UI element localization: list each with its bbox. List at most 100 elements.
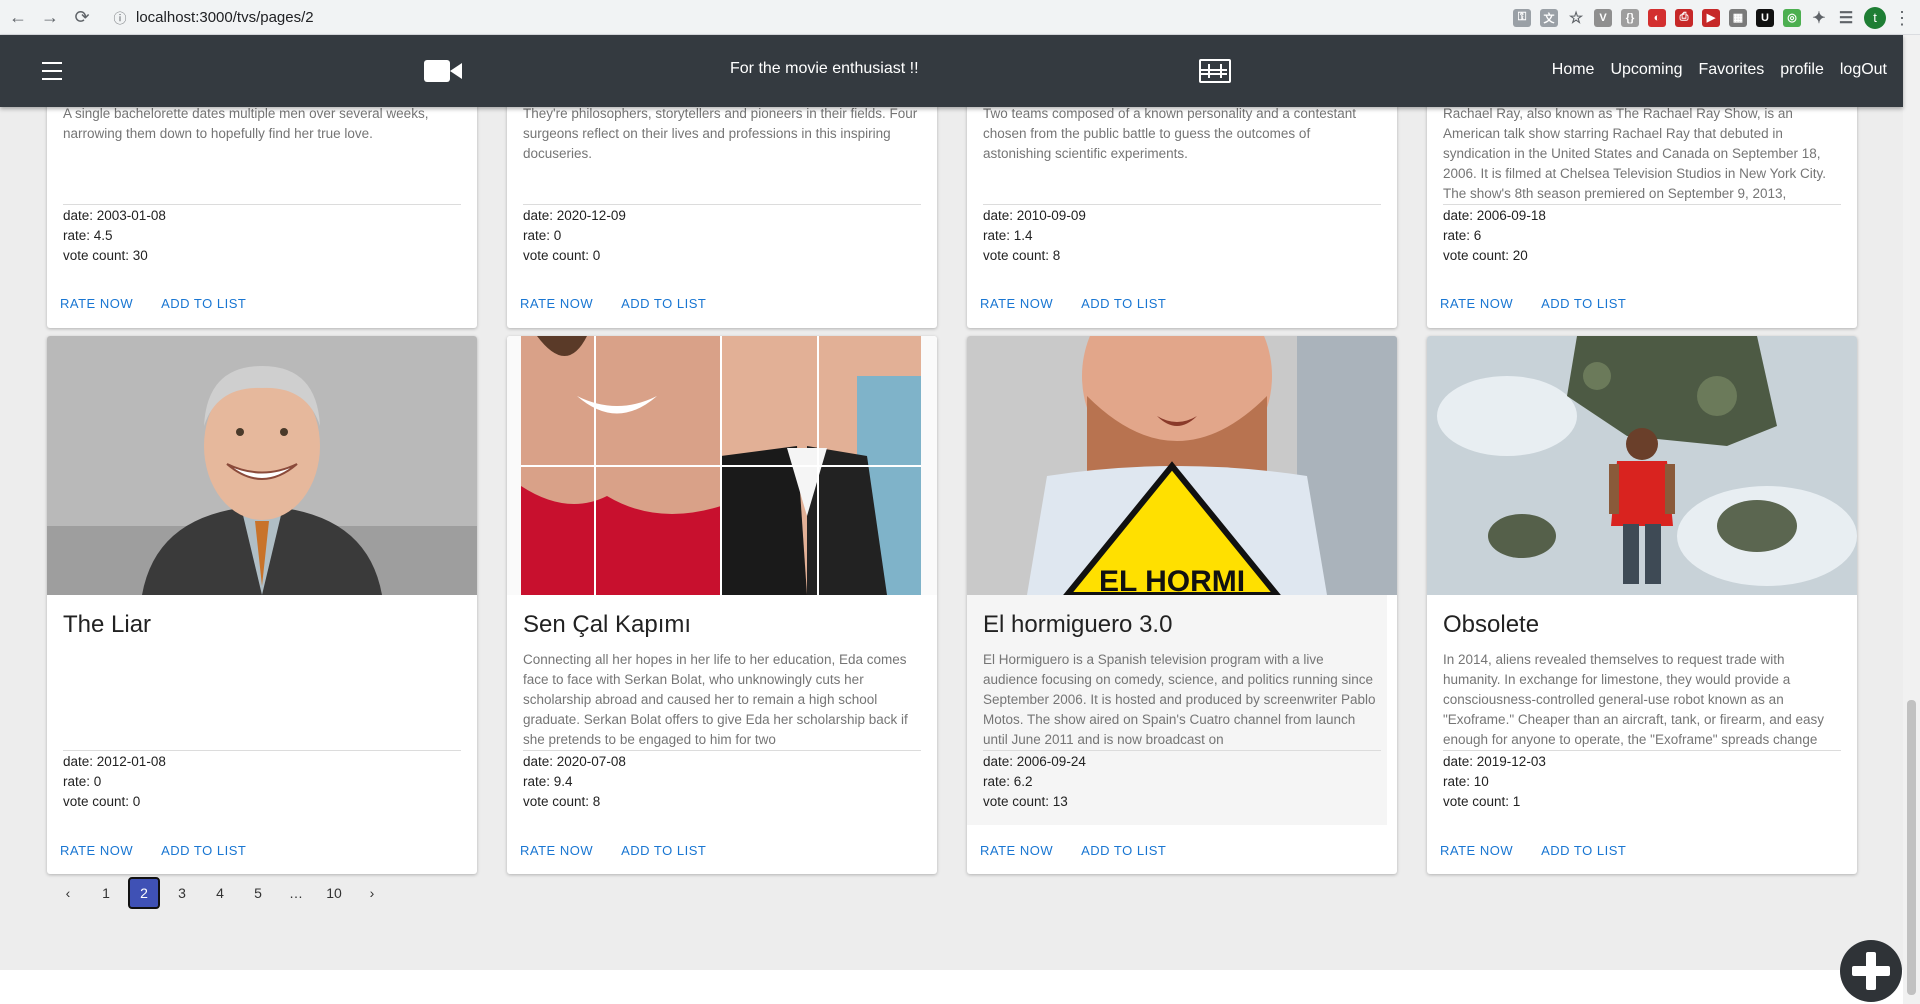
add-to-list-button[interactable]: ADD TO LIST [161, 296, 246, 311]
extension-v-icon[interactable]: V [1594, 8, 1612, 27]
add-to-list-button[interactable]: ADD TO LIST [1081, 296, 1166, 311]
rate-now-button[interactable]: RATE NOW [980, 296, 1053, 311]
card-actions: RATE NOW ADD TO LIST [1440, 296, 1654, 311]
info-icon[interactable]: ⓘ [110, 8, 130, 28]
rate-now-button[interactable]: RATE NOW [1440, 296, 1513, 311]
extension-pdf-icon[interactable]: ⎙ [1675, 8, 1693, 27]
card-rate: rate: 4.5 [63, 228, 113, 243]
pagination-page-4[interactable]: 4 [204, 877, 236, 909]
card-actions: RATE NOW ADD TO LIST [520, 296, 734, 311]
card-actions: RATE NOW ADD TO LIST [980, 843, 1194, 858]
pagination-page-10[interactable]: 10 [318, 877, 350, 909]
rate-now-button[interactable]: RATE NOW [60, 296, 133, 311]
nav-logout[interactable]: logOut [1840, 61, 1887, 79]
poster-image[interactable] [1427, 336, 1857, 595]
extension-u-icon[interactable]: U [1756, 8, 1774, 27]
profile-avatar[interactable]: t [1864, 6, 1886, 29]
extension-toggle-icon[interactable]: ◐ [1648, 8, 1666, 27]
pagination: ‹ 1 2 3 4 5 … 10 › [52, 877, 394, 909]
extension-braces-icon[interactable]: {} [1621, 8, 1639, 27]
pagination-page-5[interactable]: 5 [242, 877, 274, 909]
card-rate: rate: 0 [63, 774, 102, 789]
url-text: localhost:3000/tvs/pages/2 [136, 9, 314, 26]
video-camera-icon [424, 60, 462, 82]
pagination-page-3[interactable]: 3 [166, 877, 198, 909]
card-rate: rate: 9.4 [523, 774, 573, 789]
card-divider [63, 204, 461, 205]
reading-list-icon[interactable]: ☰ [1837, 9, 1855, 27]
reload-icon[interactable]: ⟳ [68, 3, 96, 31]
nav-upcoming[interactable]: Upcoming [1610, 61, 1682, 79]
card-rate: rate: 6.2 [983, 774, 1033, 789]
card-actions: RATE NOW ADD TO LIST [980, 296, 1194, 311]
star-icon[interactable]: ☆ [1567, 9, 1585, 27]
card-divider [523, 204, 921, 205]
card-description: El Hormiguero is a Spanish television pr… [983, 652, 1376, 747]
card-meta: date: 2020-12-09 rate: 0 vote count: 0 [523, 206, 626, 266]
browser-toolbar: ← → ⟳ ⓘ localhost:3000/tvs/pages/2 ⚿ 文 ☆… [0, 0, 1920, 35]
tv-card: Rachael Ray, also known as The Rachael R… [1427, 90, 1857, 328]
forward-arrow-icon[interactable]: → [36, 3, 64, 31]
card-title: El hormiguero 3.0 [983, 611, 1173, 638]
card-meta: date: 2019-12-03 rate: 10 vote count: 1 [1443, 752, 1546, 812]
card-meta: date: 2006-09-24 rate: 6.2 vote count: 1… [983, 752, 1086, 812]
pagination-page-1[interactable]: 1 [90, 877, 122, 909]
puzzle-icon[interactable]: ✦ [1810, 9, 1828, 27]
rate-now-button[interactable]: RATE NOW [1440, 843, 1513, 858]
rate-now-button[interactable]: RATE NOW [520, 296, 593, 311]
card-divider [983, 750, 1381, 751]
tv-card: They're philosophers, storytellers and p… [507, 90, 937, 328]
pagination-prev-icon[interactable]: ‹ [52, 877, 84, 909]
card-date: date: 2020-07-08 [523, 754, 626, 769]
card-meta: date: 2006-09-18 rate: 6 vote count: 20 [1443, 206, 1546, 266]
pagination-next-icon[interactable]: › [356, 877, 388, 909]
card-actions: RATE NOW ADD TO LIST [520, 843, 734, 858]
tv-card: Two teams composed of a known personalit… [967, 90, 1397, 328]
add-to-list-button[interactable]: ADD TO LIST [1541, 843, 1626, 858]
add-to-list-button[interactable]: ADD TO LIST [621, 296, 706, 311]
card-description: In 2014, aliens revealed themselves to r… [1443, 652, 1825, 747]
back-arrow-icon[interactable]: ← [4, 3, 32, 31]
rate-now-button[interactable]: RATE NOW [980, 843, 1053, 858]
rate-now-button[interactable]: RATE NOW [520, 843, 593, 858]
card-vote-count: vote count: 8 [523, 794, 601, 809]
pagination-page-2[interactable]: 2 [128, 877, 160, 909]
address-bar[interactable]: ⓘ localhost:3000/tvs/pages/2 [110, 4, 1430, 31]
add-to-list-button[interactable]: ADD TO LIST [1541, 296, 1626, 311]
scrollbar-thumb[interactable] [1907, 700, 1916, 995]
card-rate: rate: 10 [1443, 774, 1489, 789]
add-to-list-button[interactable]: ADD TO LIST [161, 843, 246, 858]
card-vote-count: vote count: 8 [983, 248, 1061, 263]
key-icon[interactable]: ⚿ [1513, 8, 1531, 27]
add-to-list-button[interactable]: ADD TO LIST [621, 843, 706, 858]
add-fab-button[interactable] [1840, 940, 1902, 1002]
card-vote-count: vote count: 30 [63, 248, 148, 263]
hamburger-menu-icon[interactable] [40, 59, 64, 83]
add-to-list-button[interactable]: ADD TO LIST [1081, 843, 1166, 858]
tv-card: The Liar date: 2012-01-08 rate: 0 vote c… [47, 336, 477, 874]
rate-now-button[interactable]: RATE NOW [60, 843, 133, 858]
card-rate: rate: 0 [523, 228, 562, 243]
nav-home[interactable]: Home [1552, 61, 1595, 79]
extension-film-icon[interactable]: ▦ [1729, 8, 1747, 27]
poster-image[interactable] [47, 336, 477, 595]
card-meta: date: 2012-01-08 rate: 0 vote count: 0 [63, 752, 166, 812]
nav-profile[interactable]: profile [1780, 61, 1824, 79]
film-strip-icon [1199, 59, 1231, 83]
card-description: They're philosophers, storytellers and p… [523, 106, 918, 161]
poster-image[interactable]: EL HORMI [967, 336, 1397, 595]
nav-favorites[interactable]: Favorites [1698, 61, 1764, 79]
card-date: date: 2010-09-09 [983, 208, 1086, 223]
extension-circle-icon[interactable]: ◎ [1783, 8, 1801, 27]
card-vote-count: vote count: 1 [1443, 794, 1521, 809]
page-scrollbar[interactable] [1903, 35, 1920, 1004]
poster-image[interactable] [507, 336, 937, 595]
translate-icon[interactable]: 文 [1540, 8, 1558, 27]
card-divider [63, 750, 461, 751]
card-title: Obsolete [1443, 611, 1540, 638]
extension-play-icon[interactable]: ▶ [1702, 8, 1720, 27]
card-vote-count: vote count: 0 [63, 794, 141, 809]
card-title: Sen Çal Kapımı [523, 611, 692, 638]
more-menu-icon[interactable]: ⋮ [1888, 4, 1916, 32]
card-meta: date: 2020-07-08 rate: 9.4 vote count: 8 [523, 752, 626, 812]
